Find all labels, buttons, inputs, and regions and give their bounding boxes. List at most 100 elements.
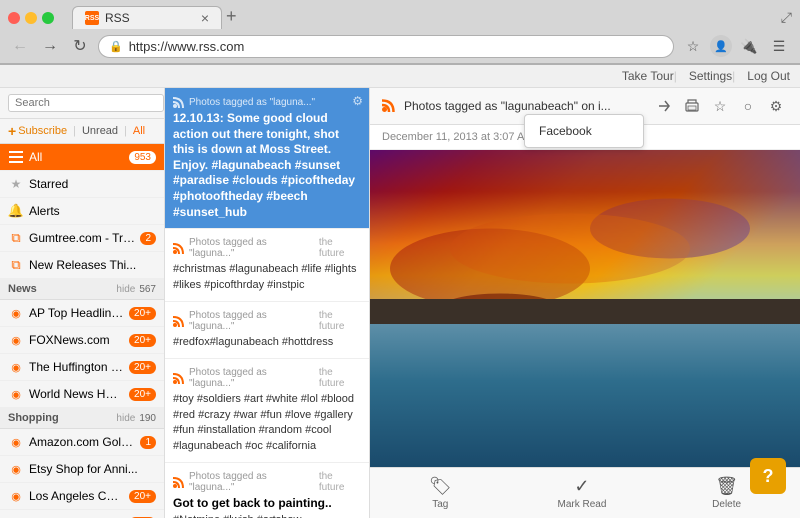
new-tab-button[interactable]: + <box>226 6 237 27</box>
settings-button[interactable]: ⚙ <box>764 94 788 118</box>
print-button[interactable] <box>680 94 704 118</box>
feed-icon-la-cars: ◉ <box>8 488 24 504</box>
settings-link[interactable]: Settings <box>689 69 732 83</box>
feed-icon-world-news: ◉ <box>8 386 24 402</box>
mark-read-label: Mark Read <box>558 499 607 510</box>
section-header-news[interactable]: News hide 567 <box>0 279 164 300</box>
user-action-button[interactable]: 👤 <box>710 35 732 57</box>
feed-source-4: Photos tagged as "laguna..." the future <box>173 367 361 389</box>
reload-button[interactable]: ↻ <box>68 34 92 58</box>
feed-title-5: Got to get back to painting.. <box>173 496 361 512</box>
feed-item-3[interactable]: Photos tagged as "laguna..." the future … <box>165 302 369 359</box>
lock-icon: 🔒 <box>109 40 123 53</box>
feed-item-4[interactable]: Photos tagged as "laguna..." the future … <box>165 359 369 463</box>
facebook-option[interactable]: Facebook <box>525 119 643 143</box>
subscribe-label: Subscribe <box>18 125 67 137</box>
menu-button[interactable]: ☰ <box>766 33 792 59</box>
forward-button[interactable]: → <box>38 34 62 58</box>
sidebar-item-world-news[interactable]: ◉ World News Headli... 20+ <box>0 381 164 408</box>
sidebar-item-starred[interactable]: ★ Starred <box>0 171 164 198</box>
feed-source-5: Photos tagged as "laguna..." the future <box>173 471 361 493</box>
feed-item-5[interactable]: Photos tagged as "laguna..." the future … <box>165 463 369 518</box>
help-button[interactable]: ? <box>750 458 786 494</box>
delete-label: Delete <box>712 499 741 510</box>
news-hide-label[interactable]: hide <box>116 284 135 295</box>
resize-button[interactable]: ⤢ <box>781 9 792 26</box>
star-button[interactable]: ☆ <box>708 94 732 118</box>
feed-icon-new-releases: ⧉ <box>8 257 24 273</box>
share-button[interactable] <box>652 94 676 118</box>
list-icon <box>8 149 24 165</box>
maximize-button[interactable] <box>42 12 54 24</box>
log-out-link[interactable]: Log Out <box>747 69 790 83</box>
rss-icon-3 <box>173 315 185 327</box>
section-header-shopping[interactable]: Shopping hide 190 <box>0 408 164 429</box>
settings-icon-1[interactable]: ⚙ <box>352 94 363 108</box>
sidebar-item-huffington[interactable]: ◉ The Huffington Pos... 20+ <box>0 354 164 381</box>
active-tab[interactable]: RSS RSS × <box>72 6 222 29</box>
sidebar-item-all[interactable]: All 953 <box>0 144 164 171</box>
back-button[interactable]: ← <box>8 34 32 58</box>
bookmark-star-button[interactable]: ☆ <box>680 33 706 59</box>
feed-tags-4: #toy #soldiers #art #white #lol #blood #… <box>173 392 361 454</box>
feed-icon-foxnews: ◉ <box>8 332 24 348</box>
shopping-hide-label[interactable]: hide <box>116 413 135 424</box>
gumtree-item-count: 2 <box>140 232 156 245</box>
sidebar-item-amazon[interactable]: ◉ Amazon.com Gold... 1 <box>0 429 164 456</box>
mark-read-button[interactable]: ✓ Mark Read <box>552 474 613 512</box>
feed-time-4: the future <box>319 367 361 389</box>
sidebar-item-la-cars[interactable]: ◉ Los Angeles Cars ... 20+ <box>0 483 164 510</box>
sidebar-item-etsy[interactable]: ◉ Etsy Shop for Anni... <box>0 456 164 483</box>
print-icon <box>685 99 699 113</box>
feed-source-2: Photos tagged as "laguna..." the future <box>173 237 361 259</box>
favicon-text: RSS <box>85 15 99 22</box>
all-filter-button[interactable]: All <box>133 125 145 137</box>
amazon-item-label: Amazon.com Gold... <box>29 435 135 449</box>
delete-button[interactable]: 🗑 Delete <box>706 474 747 512</box>
feed-item-2[interactable]: Photos tagged as "laguna..." the future … <box>165 229 369 302</box>
unread-filter-button[interactable]: Unread <box>82 125 118 137</box>
huffington-item-label: The Huffington Pos... <box>29 360 124 374</box>
rss-icon-1 <box>173 96 185 108</box>
tag-button[interactable]: 🏷 Tag <box>423 474 458 512</box>
address-bar[interactable]: 🔒 https://www.rss.com <box>98 35 674 58</box>
content-header: Photos tagged as "lagunabeach" on i... F… <box>370 88 800 125</box>
la-cars-item-count: 20+ <box>129 490 156 503</box>
news-section-label: News <box>8 283 116 295</box>
sidebar-item-alerts[interactable]: 🔔 Alerts <box>0 198 164 225</box>
beach-photo <box>370 150 800 467</box>
take-tour-link[interactable]: Take Tour <box>622 69 674 83</box>
feed-list: Photos tagged as "laguna..." ⚙ 12.10.13:… <box>165 88 370 518</box>
sidebar-item-new-releases[interactable]: ⧉ New Releases Thi... <box>0 252 164 279</box>
foxnews-item-label: FOXNews.com <box>29 333 124 347</box>
feed-item-1[interactable]: Photos tagged as "laguna..." ⚙ 12.10.13:… <box>165 88 369 229</box>
gumtree-item-label: Gumtree.com - Tra... <box>29 231 135 245</box>
search-input[interactable] <box>8 94 164 112</box>
circle-button[interactable]: ○ <box>736 94 760 118</box>
minimize-button[interactable] <box>25 12 37 24</box>
subscribe-button[interactable]: + Subscribe <box>8 123 67 139</box>
feed-tags-5: #Notmine #lwish #artshow #artiseverythin… <box>173 513 361 518</box>
sidebar-item-ap[interactable]: ◉ AP Top Headlines ... 20+ <box>0 300 164 327</box>
sidebar-item-gumtree[interactable]: ⧉ Gumtree.com - Tra... 2 <box>0 225 164 252</box>
la-cars-item-label: Los Angeles Cars ... <box>29 489 124 503</box>
close-button[interactable] <box>8 12 20 24</box>
source-text-1: Photos tagged as "laguna..." <box>189 97 315 108</box>
source-text-2: Photos tagged as "laguna..." <box>189 237 315 259</box>
sidebar-item-foxnews[interactable]: ◉ FOXNews.com 20+ <box>0 327 164 354</box>
mark-read-icon: ✓ <box>574 476 589 497</box>
share-dropdown: Facebook <box>680 94 704 118</box>
browser-chrome: RSS RSS × + ⤢ ← → ↻ 🔒 https://www.rss.co… <box>0 0 800 65</box>
tab-close-button[interactable]: × <box>201 11 209 25</box>
sidebar-item-walmart[interactable]: ◉ Walmart.com | Ele... 20+ <box>0 510 164 518</box>
extension-button[interactable]: 🔌 <box>736 33 762 59</box>
world-news-item-count: 20+ <box>129 388 156 401</box>
main-layout: + Subscribe | Unread | All All 953 ★ Sta… <box>0 88 800 518</box>
tab-bar: RSS RSS × + <box>72 6 237 29</box>
tag-label: Tag <box>432 499 448 510</box>
feed-tags-3: #redfox#lagunabeach #hottdress <box>173 335 361 350</box>
feed-time-5: the future <box>319 471 361 493</box>
source-text-5: Photos tagged as "laguna..." <box>189 471 315 493</box>
content-rss-icon <box>382 98 396 115</box>
beach-water <box>370 324 800 467</box>
